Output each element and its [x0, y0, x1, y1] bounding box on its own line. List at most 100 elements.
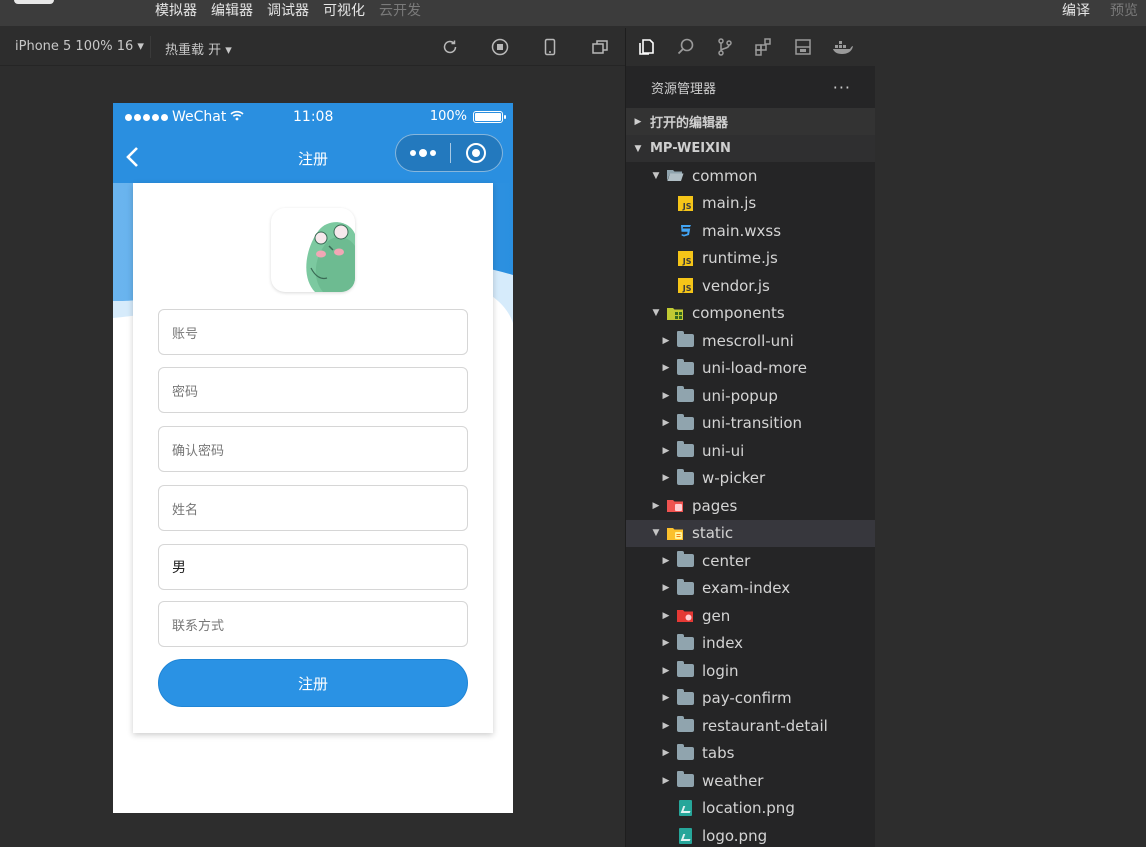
- app-logo: [14, 0, 54, 4]
- files-icon[interactable]: [636, 36, 658, 58]
- tree-item[interactable]: ▼ components: [626, 300, 875, 328]
- tree-item[interactable]: logo.png: [626, 822, 875, 847]
- tree-item[interactable]: ▶ center: [626, 547, 875, 575]
- chevron-right-icon: ▶: [662, 775, 670, 786]
- chevron-right-icon: ▶: [662, 418, 670, 429]
- simulator-toolbar: iPhone 5 100% 16 ▾ 热重载 开 ▾: [0, 28, 625, 66]
- preview-button[interactable]: 预览: [1110, 1, 1138, 21]
- tree-item[interactable]: ▶ uni-transition: [626, 410, 875, 438]
- folder-icon: [676, 331, 694, 349]
- password-input[interactable]: 密码: [158, 367, 468, 413]
- tree-item[interactable]: JS runtime.js: [626, 245, 875, 273]
- gender-select[interactable]: 男: [158, 544, 468, 590]
- tree-item-label: mescroll-uni: [702, 331, 794, 350]
- account-input[interactable]: 账号: [158, 309, 468, 355]
- tree-item[interactable]: location.png: [626, 795, 875, 823]
- tree-item-label: logo.png: [702, 826, 768, 845]
- contact-input[interactable]: 联系方式: [158, 601, 468, 647]
- tree-item-label: tabs: [702, 744, 735, 763]
- compile-button[interactable]: 编译: [1062, 1, 1090, 21]
- detach-window-icon[interactable]: [590, 37, 610, 57]
- tree-item-label: uni-popup: [702, 386, 778, 405]
- tree-item[interactable]: ▶ pages: [626, 492, 875, 520]
- toolbar-divider: [150, 36, 151, 58]
- tree-item[interactable]: ▶ exam-index: [626, 575, 875, 603]
- register-button[interactable]: 注册: [158, 659, 468, 707]
- tree-item[interactable]: ▶ mescroll-uni: [626, 327, 875, 355]
- wifi-icon: [230, 109, 244, 125]
- folder-icon: [676, 468, 694, 486]
- folder-icon: [676, 633, 694, 651]
- js-file-icon: JS: [676, 278, 694, 294]
- status-bar: WeChat 11:08 100%: [113, 103, 513, 131]
- tree-item[interactable]: JS main.js: [626, 190, 875, 218]
- tree-item[interactable]: ▼ static: [626, 519, 875, 547]
- tree-item-label: restaurant-detail: [702, 716, 828, 735]
- refresh-icon[interactable]: [440, 37, 460, 57]
- chevron-right-icon: ▶: [662, 638, 670, 649]
- device-select[interactable]: iPhone 5 100% 16 ▾: [15, 39, 144, 54]
- extensions-icon[interactable]: [753, 36, 775, 58]
- phone-screen: WeChat 11:08 100% 注册 账号 密码 确认密码 姓名 男 联系方…: [113, 103, 513, 813]
- more-actions-icon[interactable]: ···: [833, 78, 851, 97]
- chevron-right-icon: ▶: [662, 555, 670, 566]
- chevron-right-icon: ▶: [662, 335, 670, 346]
- tree-item[interactable]: main.wxss: [626, 217, 875, 245]
- hot-reload-toggle[interactable]: 热重载 开 ▾: [165, 39, 232, 58]
- js-file-icon: JS: [676, 195, 694, 211]
- chevron-right-icon: ▶: [662, 363, 670, 374]
- chevron-down-icon: ▼: [634, 143, 642, 154]
- tree-item[interactable]: ▶ restaurant-detail: [626, 712, 875, 740]
- tree-item-label: center: [702, 551, 751, 570]
- menu-simulator[interactable]: 模拟器: [155, 1, 197, 21]
- tree-item-label: main.js: [702, 194, 757, 213]
- source-control-icon[interactable]: [714, 36, 736, 58]
- tree-item[interactable]: ▶ weather: [626, 767, 875, 795]
- close-capsule-icon[interactable]: [450, 143, 502, 163]
- chevron-right-icon: ▶: [662, 473, 670, 484]
- tree-item[interactable]: JS vendor.js: [626, 272, 875, 300]
- name-input[interactable]: 姓名: [158, 485, 468, 531]
- tree-item[interactable]: ▶ index: [626, 630, 875, 658]
- tree-item-label: uni-ui: [702, 441, 745, 460]
- tree-item[interactable]: ▶ pay-confirm: [626, 685, 875, 713]
- chevron-down-icon: ▼: [652, 308, 660, 319]
- components-folder-icon: [666, 305, 684, 321]
- chevron-right-icon: ▶: [662, 583, 670, 594]
- chevron-down-icon: ▼: [652, 170, 660, 181]
- menu-cloud[interactable]: 云开发: [379, 1, 421, 21]
- tree-item[interactable]: ▶ uni-popup: [626, 382, 875, 410]
- view-menu: 模拟器 编辑器 调试器 可视化 云开发: [155, 1, 421, 21]
- tree-item-label: pay-confirm: [702, 689, 792, 708]
- tree-item[interactable]: ▶ login: [626, 657, 875, 685]
- battery-icon: [473, 110, 506, 123]
- folder-icon: [676, 771, 694, 789]
- phone-icon[interactable]: [540, 37, 560, 57]
- menu-editor[interactable]: 编辑器: [211, 1, 253, 21]
- docker-icon[interactable]: [831, 36, 853, 58]
- tree-item-label: login: [702, 661, 739, 680]
- menu-debugger[interactable]: 调试器: [267, 1, 309, 21]
- stop-icon[interactable]: [490, 37, 510, 57]
- confirm-password-input[interactable]: 确认密码: [158, 426, 468, 472]
- project-section[interactable]: ▼ MP-WEIXIN: [626, 135, 875, 162]
- static-folder-icon: [666, 525, 684, 541]
- chevron-right-icon: ▶: [652, 500, 660, 511]
- search-icon[interactable]: [675, 36, 697, 58]
- chevron-right-icon: ▶: [662, 610, 670, 621]
- more-icon[interactable]: [396, 148, 450, 157]
- tree-item[interactable]: ▶ tabs: [626, 740, 875, 768]
- tree-item[interactable]: ▶ gen: [626, 602, 875, 630]
- tree-item-label: index: [702, 634, 744, 653]
- storage-icon[interactable]: [792, 36, 814, 58]
- tree-item[interactable]: ▶ w-picker: [626, 465, 875, 493]
- open-editors-section[interactable]: ▶ 打开的编辑器: [626, 108, 875, 135]
- tree-item[interactable]: ▼ common: [626, 162, 875, 190]
- file-tree: ▼ common JS main.js main.wxss JS runtime.js JS v…: [626, 162, 875, 847]
- tree-item-label: main.wxss: [702, 221, 782, 240]
- tree-item[interactable]: ▶ uni-load-more: [626, 355, 875, 383]
- image-file-icon: [676, 827, 694, 844]
- chevron-right-icon: ▶: [662, 720, 670, 731]
- tree-item[interactable]: ▶ uni-ui: [626, 437, 875, 465]
- menu-visual[interactable]: 可视化: [323, 1, 365, 21]
